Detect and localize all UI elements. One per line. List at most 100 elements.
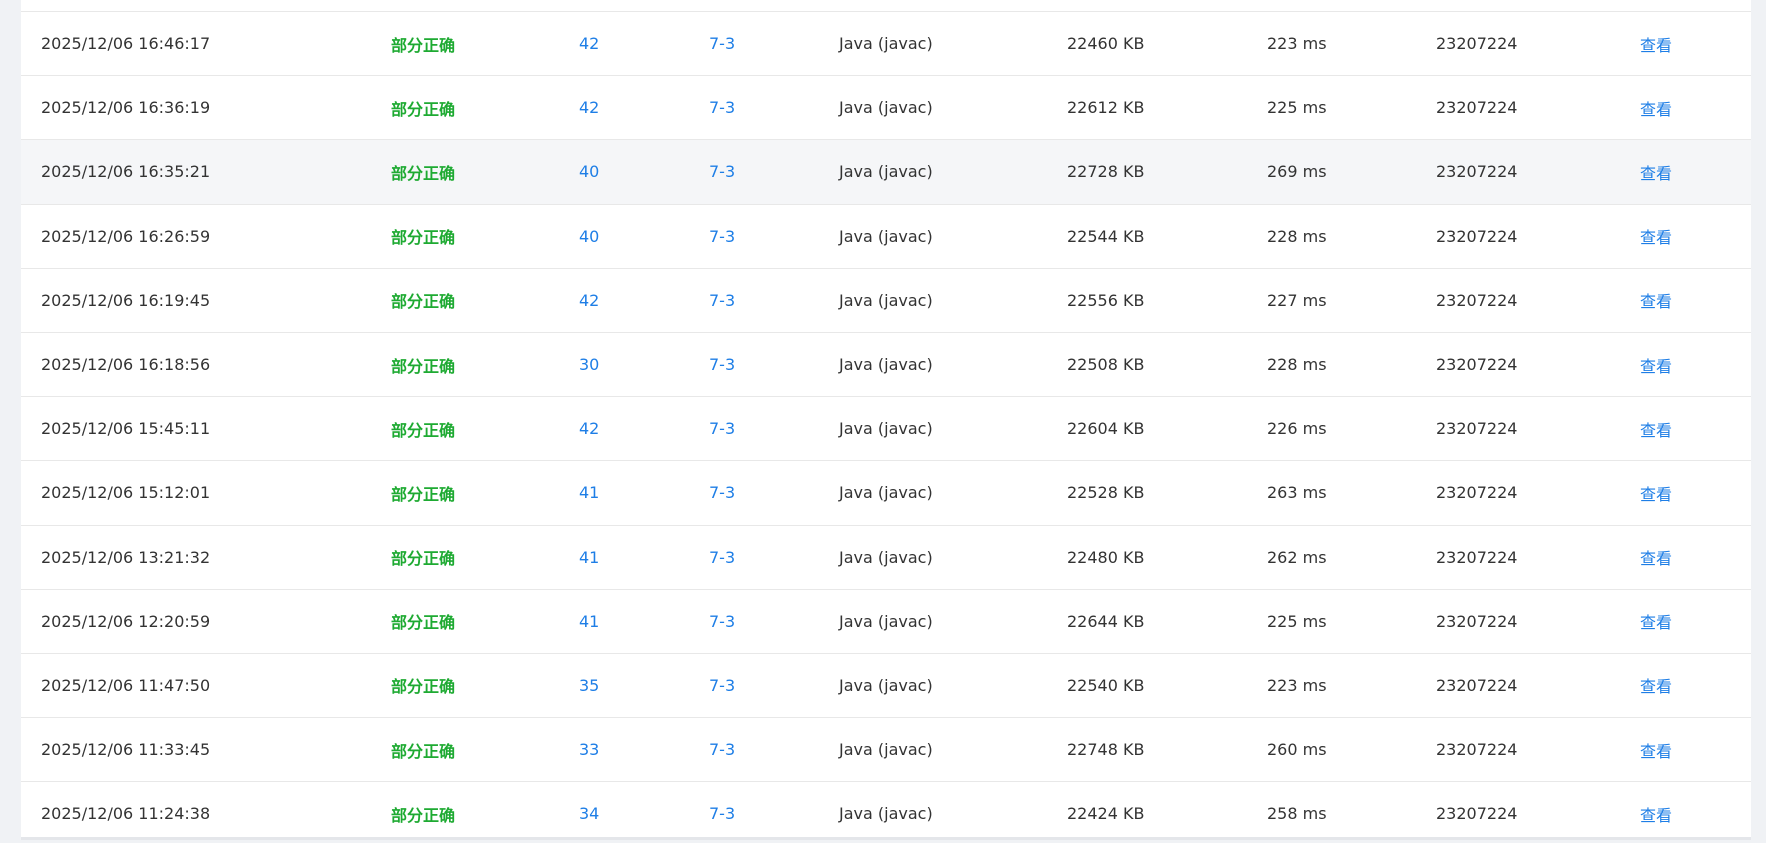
view-button[interactable]: 查看 [1640,590,1672,653]
memory-value: 22528 KB [1067,483,1145,503]
compiler-label: Java (javac) [839,547,933,567]
user-id: 23207224 [1436,162,1518,182]
compiler-label: Java (javac) [839,419,933,439]
status-badge: 部分正确 [391,741,456,761]
status-badge: 部分正确 [391,677,456,697]
view-button[interactable]: 查看 [1640,718,1672,781]
view-button[interactable]: 查看 [1640,461,1672,524]
table-row: 2025/12/06 11:33:45 部分正确 33 7-3 Java (ja… [21,718,1751,783]
status-badge: 部分正确 [391,613,456,633]
submit-time: 2025/12/06 16:46:17 [41,34,211,54]
score-link[interactable]: 42 [579,76,599,139]
user-id: 23207224 [1436,34,1518,54]
table-row: 2025/12/06 16:46:17 部分正确 42 7-3 Java (ja… [21,12,1751,77]
compiler-label: Java (javac) [839,675,933,695]
memory-value: 22544 KB [1067,226,1145,246]
problem-link[interactable]: 7-3 [709,76,735,139]
horizontal-scrollbar-track[interactable] [21,837,1751,840]
view-button[interactable]: 查看 [1640,526,1672,589]
compiler-label: Java (javac) [839,290,933,310]
memory-value: 22480 KB [1067,547,1145,567]
score-link[interactable]: 42 [579,397,599,460]
status-badge: 部分正确 [391,356,456,376]
user-id: 23207224 [1436,804,1518,824]
view-button[interactable]: 查看 [1640,205,1672,268]
table-row: 2025/12/06 15:12:01 部分正确 41 7-3 Java (ja… [21,461,1751,526]
memory-value: 22424 KB [1067,804,1145,824]
problem-link[interactable]: 7-3 [709,654,735,717]
status-badge: 部分正确 [391,549,456,569]
view-button[interactable]: 查看 [1640,269,1672,332]
view-button[interactable]: 查看 [1640,333,1672,396]
user-id: 23207224 [1436,740,1518,760]
view-button[interactable]: 查看 [1640,782,1672,840]
problem-link[interactable]: 7-3 [709,140,735,203]
table-row: 2025/12/06 12:20:59 部分正确 41 7-3 Java (ja… [21,589,1751,654]
status-badge: 部分正确 [391,292,456,312]
status-badge: 部分正确 [391,228,456,248]
problem-link[interactable]: 7-3 [709,782,735,840]
problem-link[interactable]: 7-3 [709,205,735,268]
status-badge: 部分正确 [391,805,456,825]
user-id: 23207224 [1436,355,1518,375]
memory-value: 22540 KB [1067,675,1145,695]
problem-link[interactable]: 7-3 [709,397,735,460]
view-button[interactable]: 查看 [1640,140,1672,203]
view-button[interactable]: 查看 [1640,654,1672,717]
score-link[interactable]: 41 [579,590,599,653]
runtime-value: 262 ms [1267,547,1327,567]
compiler-label: Java (javac) [839,804,933,824]
score-link[interactable]: 42 [579,269,599,332]
submit-time: 2025/12/06 15:12:01 [41,483,211,503]
user-id: 23207224 [1436,547,1518,567]
memory-value: 22612 KB [1067,98,1145,118]
runtime-value: 258 ms [1267,804,1327,824]
user-id: 23207224 [1436,290,1518,310]
user-id: 23207224 [1436,675,1518,695]
status-badge: 部分正确 [391,420,456,440]
table-row: 2025/12/06 11:47:50 部分正确 35 7-3 Java (ja… [21,653,1751,719]
submit-time: 2025/12/06 16:26:59 [41,226,211,246]
compiler-label: Java (javac) [839,355,933,375]
problem-link[interactable]: 7-3 [709,333,735,396]
view-button[interactable]: 查看 [1640,12,1672,75]
score-link[interactable]: 33 [579,718,599,781]
runtime-value: 225 ms [1267,98,1327,118]
score-link[interactable]: 30 [579,333,599,396]
compiler-label: Java (javac) [839,162,933,182]
problem-link[interactable]: 7-3 [709,718,735,781]
memory-value: 22508 KB [1067,355,1145,375]
runtime-value: 223 ms [1267,675,1327,695]
runtime-value: 228 ms [1267,226,1327,246]
compiler-label: Java (javac) [839,34,933,54]
runtime-value: 227 ms [1267,290,1327,310]
submit-time: 2025/12/06 11:24:38 [41,804,211,824]
runtime-value: 260 ms [1267,740,1327,760]
memory-value: 22604 KB [1067,419,1145,439]
view-button[interactable]: 查看 [1640,397,1672,460]
compiler-label: Java (javac) [839,740,933,760]
problem-link[interactable]: 7-3 [709,526,735,589]
score-link[interactable]: 40 [579,140,599,203]
score-link[interactable]: 42 [579,12,599,75]
runtime-value: 263 ms [1267,483,1327,503]
problem-link[interactable]: 7-3 [709,269,735,332]
submit-time: 2025/12/06 13:21:32 [41,547,211,567]
memory-value: 22728 KB [1067,162,1145,182]
score-link[interactable]: 35 [579,654,599,717]
user-id: 23207224 [1436,611,1518,631]
problem-link[interactable]: 7-3 [709,590,735,653]
runtime-value: 269 ms [1267,162,1327,182]
compiler-label: Java (javac) [839,98,933,118]
problem-link[interactable]: 7-3 [709,12,735,75]
score-link[interactable]: 34 [579,782,599,840]
view-button[interactable]: 查看 [1640,76,1672,139]
problem-link[interactable]: 7-3 [709,461,735,524]
score-link[interactable]: 41 [579,526,599,589]
runtime-value: 228 ms [1267,355,1327,375]
submit-time: 2025/12/06 11:47:50 [41,675,211,695]
submission-table: 2025/12/06 16:46:17 部分正确 42 7-3 Java (ja… [21,12,1751,840]
table-row: 2025/12/06 16:35:21 部分正确 40 7-3 Java (ja… [21,140,1751,205]
score-link[interactable]: 41 [579,461,599,524]
score-link[interactable]: 40 [579,205,599,268]
